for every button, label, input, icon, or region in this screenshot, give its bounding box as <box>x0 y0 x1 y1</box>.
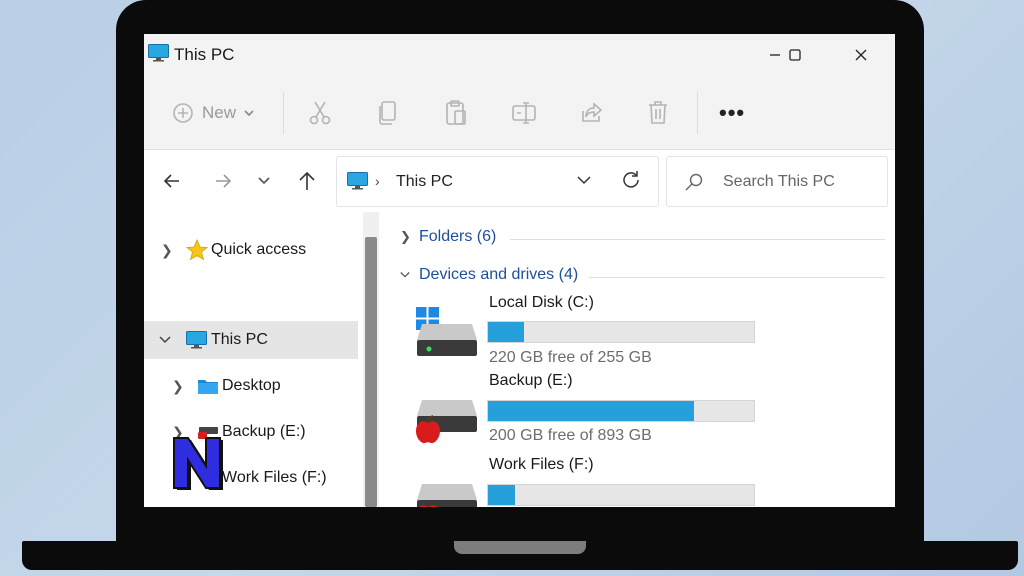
search-box[interactable]: Search This PC <box>666 156 888 207</box>
n-logo-icon <box>173 437 223 490</box>
arrow-right-icon <box>216 174 232 188</box>
share-icon <box>582 102 603 122</box>
cut-icon <box>309 101 331 125</box>
window-title: This PC <box>174 45 235 64</box>
toolbar-separator <box>697 92 698 134</box>
chevron-down-icon[interactable] <box>575 171 593 189</box>
folder-icon <box>198 380 218 394</box>
drive-free-space: 220 GB free of 255 GB <box>489 349 652 366</box>
close-icon <box>855 49 867 61</box>
navigation-row: › This PC Search This PC <box>144 150 895 212</box>
star-icon <box>186 239 208 261</box>
rename-icon <box>512 102 536 124</box>
paste-button[interactable] <box>444 96 468 130</box>
chevron-down-icon <box>244 110 254 117</box>
forward-button[interactable] <box>209 168 237 194</box>
chevron-right-icon[interactable]: ❯ <box>161 242 173 259</box>
monitor-icon <box>148 44 169 62</box>
drive-usage-fill <box>488 401 695 421</box>
title-bar: This PC <box>144 34 895 76</box>
chevron-down-icon <box>258 177 270 185</box>
copy-button[interactable] <box>377 96 399 130</box>
file-explorer-window: This PC New ••• › This PC Search This PC… <box>144 34 895 507</box>
plus-circle-icon <box>173 103 193 123</box>
copy-icon <box>379 101 396 125</box>
apple-icon <box>416 415 440 444</box>
address-bar[interactable]: › This PC <box>336 156 659 207</box>
nav-item-label: Work Files (F:) <box>222 469 327 486</box>
delete-icon <box>649 101 667 124</box>
nav-item-label: Quick access <box>211 241 307 258</box>
recent-locations-button[interactable] <box>250 168 278 194</box>
drive-usage-bar <box>487 400 755 422</box>
maximize-button[interactable] <box>772 40 818 70</box>
maximize-icon <box>789 49 801 61</box>
share-button[interactable] <box>580 96 604 130</box>
drive-name: Backup (E:) <box>489 372 573 389</box>
drive-usage-fill <box>488 485 515 505</box>
devices-group-header[interactable]: Devices and drives (4) <box>400 266 578 284</box>
chevron-right-icon[interactable]: ❯ <box>172 378 184 395</box>
toolbar-separator <box>283 92 284 134</box>
nav-item-desktop[interactable]: ❯ Desktop <box>144 367 358 405</box>
refresh-icon[interactable] <box>620 169 642 191</box>
breadcrumb-chevron-icon: › <box>375 173 380 189</box>
nav-item-label: Backup (E:) <box>222 423 306 440</box>
group-divider <box>510 239 885 240</box>
search-icon <box>685 173 703 191</box>
more-options-button[interactable]: ••• <box>719 96 745 130</box>
drive-name: Local Disk (C:) <box>489 294 594 311</box>
nav-item-label: Desktop <box>222 377 281 394</box>
rename-button[interactable] <box>511 96 537 130</box>
back-button[interactable] <box>158 168 186 194</box>
group-divider <box>589 277 885 278</box>
delete-button[interactable] <box>647 96 669 130</box>
up-button[interactable] <box>293 168 321 194</box>
drive-usage-bar <box>487 321 755 343</box>
new-button-label: New <box>202 103 237 122</box>
drive-usage-bar <box>487 484 755 506</box>
close-button[interactable] <box>838 40 884 70</box>
nav-item-quick-access[interactable]: ❯ Quick access <box>144 231 358 269</box>
chevron-down-icon[interactable] <box>159 336 171 344</box>
apple-icon <box>419 505 437 507</box>
drive-free-space: 200 GB free of 893 GB <box>489 427 652 444</box>
folders-group-header[interactable]: ❯ Folders (6) <box>400 228 496 246</box>
drive-usage-fill <box>488 322 525 342</box>
drive-name: Work Files (F:) <box>489 456 594 473</box>
arrow-left-icon <box>163 174 179 188</box>
breadcrumb-this-pc[interactable]: This PC <box>396 173 453 191</box>
monitor-icon <box>186 331 207 349</box>
folders-group-label: Folders (6) <box>419 228 497 245</box>
nav-item-this-pc[interactable]: This PC <box>144 321 358 359</box>
paste-icon <box>446 100 466 125</box>
content-pane: ❯ Folders (6) Devices and drives (4) Loc… <box>384 212 895 507</box>
chevron-down-icon <box>400 272 410 278</box>
command-bar: New ••• <box>144 76 895 150</box>
cut-button[interactable] <box>308 96 332 130</box>
search-input[interactable]: Search This PC <box>723 173 835 191</box>
devices-group-label: Devices and drives (4) <box>419 266 579 283</box>
new-button[interactable]: New <box>172 96 254 130</box>
monitor-icon <box>347 172 368 190</box>
arrow-up-icon <box>299 171 315 190</box>
chevron-right-icon: ❯ <box>400 229 411 244</box>
nav-pane-scrollbar-thumb[interactable] <box>365 237 377 507</box>
laptop-notch <box>454 541 586 554</box>
nav-item-label: This PC <box>211 331 268 348</box>
hard-drive-icon <box>417 324 477 356</box>
